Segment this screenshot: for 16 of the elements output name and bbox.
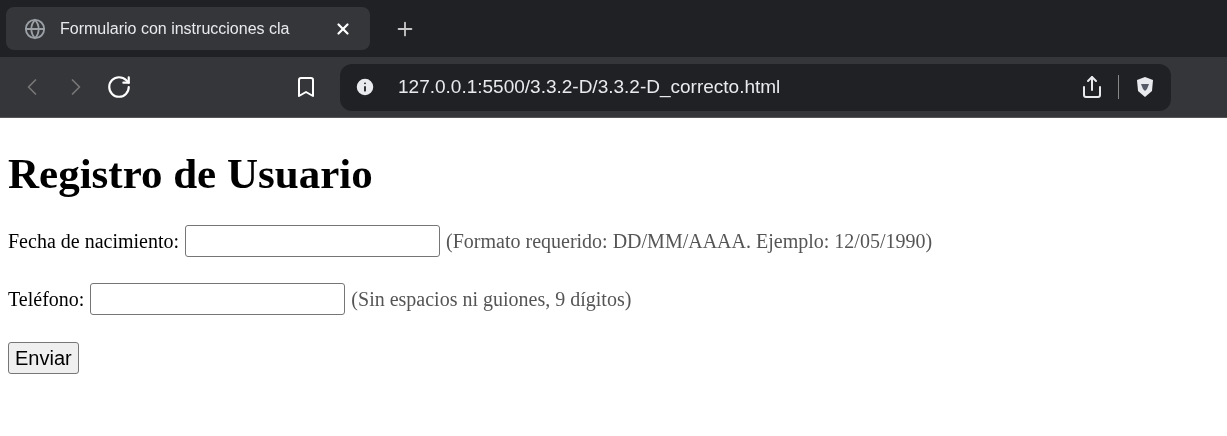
browser-tab[interactable]: Formulario con instrucciones cla [6,7,370,50]
url-text: 127.0.0.1:5500/3.3.2-D/3.3.2-D_correcto.html [398,74,782,100]
field-label: Teléfono: [8,287,85,312]
globe-icon [24,17,46,40]
field-hint: (Formato requerido: DD/MM/AAAA. Ejemplo: 12/05/1990) [446,229,933,255]
page-heading: Registro de Usuario [8,152,374,195]
info-icon [354,76,376,98]
input-field[interactable] [90,283,346,315]
address-bar[interactable]: 127.0.0.1:5500/3.3.2-D/3.3.2-D_correcto.html [340,63,1171,111]
input-field[interactable] [185,225,441,257]
share-icon[interactable] [1080,75,1104,99]
reload-icon[interactable] [106,74,132,100]
field-label: Fecha de nacimiento: [8,229,180,254]
field-hint: (Sin espacios ni guiones, 9 dígitos) [351,287,632,313]
tab-title: Formulario con instrucciones cla [60,18,291,39]
submit-button[interactable]: Enviar [8,342,79,374]
